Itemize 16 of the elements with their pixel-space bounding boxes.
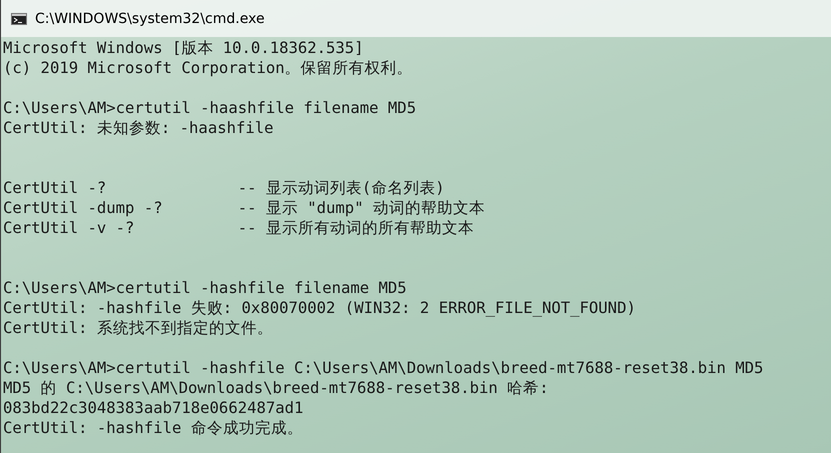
console-line: Microsoft Windows [版本 10.0.18362.535] [2, 38, 365, 58]
console-line: CertUtil -? -- 显示动词列表(命名列表) [2, 178, 446, 198]
console-line: (c) 2019 Microsoft Corporation。保留所有权利。 [2, 58, 414, 78]
console-line: CertUtil -v -? -- 显示所有动词的所有帮助文本 [2, 218, 475, 238]
console-line: C:\Users\AM>certutil -hashfile C:\Users\AM\Downloads\breed-mt7688-reset38.bin MD5 [2, 358, 764, 378]
console-line: C:\Users\AM>certutil -haashfile filename MD5 [2, 98, 418, 118]
terminal-icon [11, 12, 27, 24]
console-line: MD5 的 C:\Users\AM\Downloads\breed-mt7688-reset38.bin 哈希: [2, 378, 550, 398]
console-line: CertUtil: 系统找不到指定的文件。 [2, 318, 274, 338]
console-line: C:\Users\AM>certutil -hashfile filename MD5 [2, 278, 408, 298]
console-line: CertUtil: -hashfile 命令成功完成。 [2, 418, 304, 438]
window-title: C:\WINDOWS\system32\cmd.exe [35, 10, 265, 26]
console-line: CertUtil: -hashfile 失败: 0x80070002 (WIN32: 2 ERROR_FILE_NOT_FOUND) [2, 298, 637, 318]
console-line: CertUtil -dump -? -- 显示 "dump" 动词的帮助文本 [2, 198, 486, 218]
console-line: CertUtil: 未知参数: -haashfile [2, 118, 275, 138]
console-line: 083bd22c3048383aab718e0662487ad1 [2, 398, 304, 418]
